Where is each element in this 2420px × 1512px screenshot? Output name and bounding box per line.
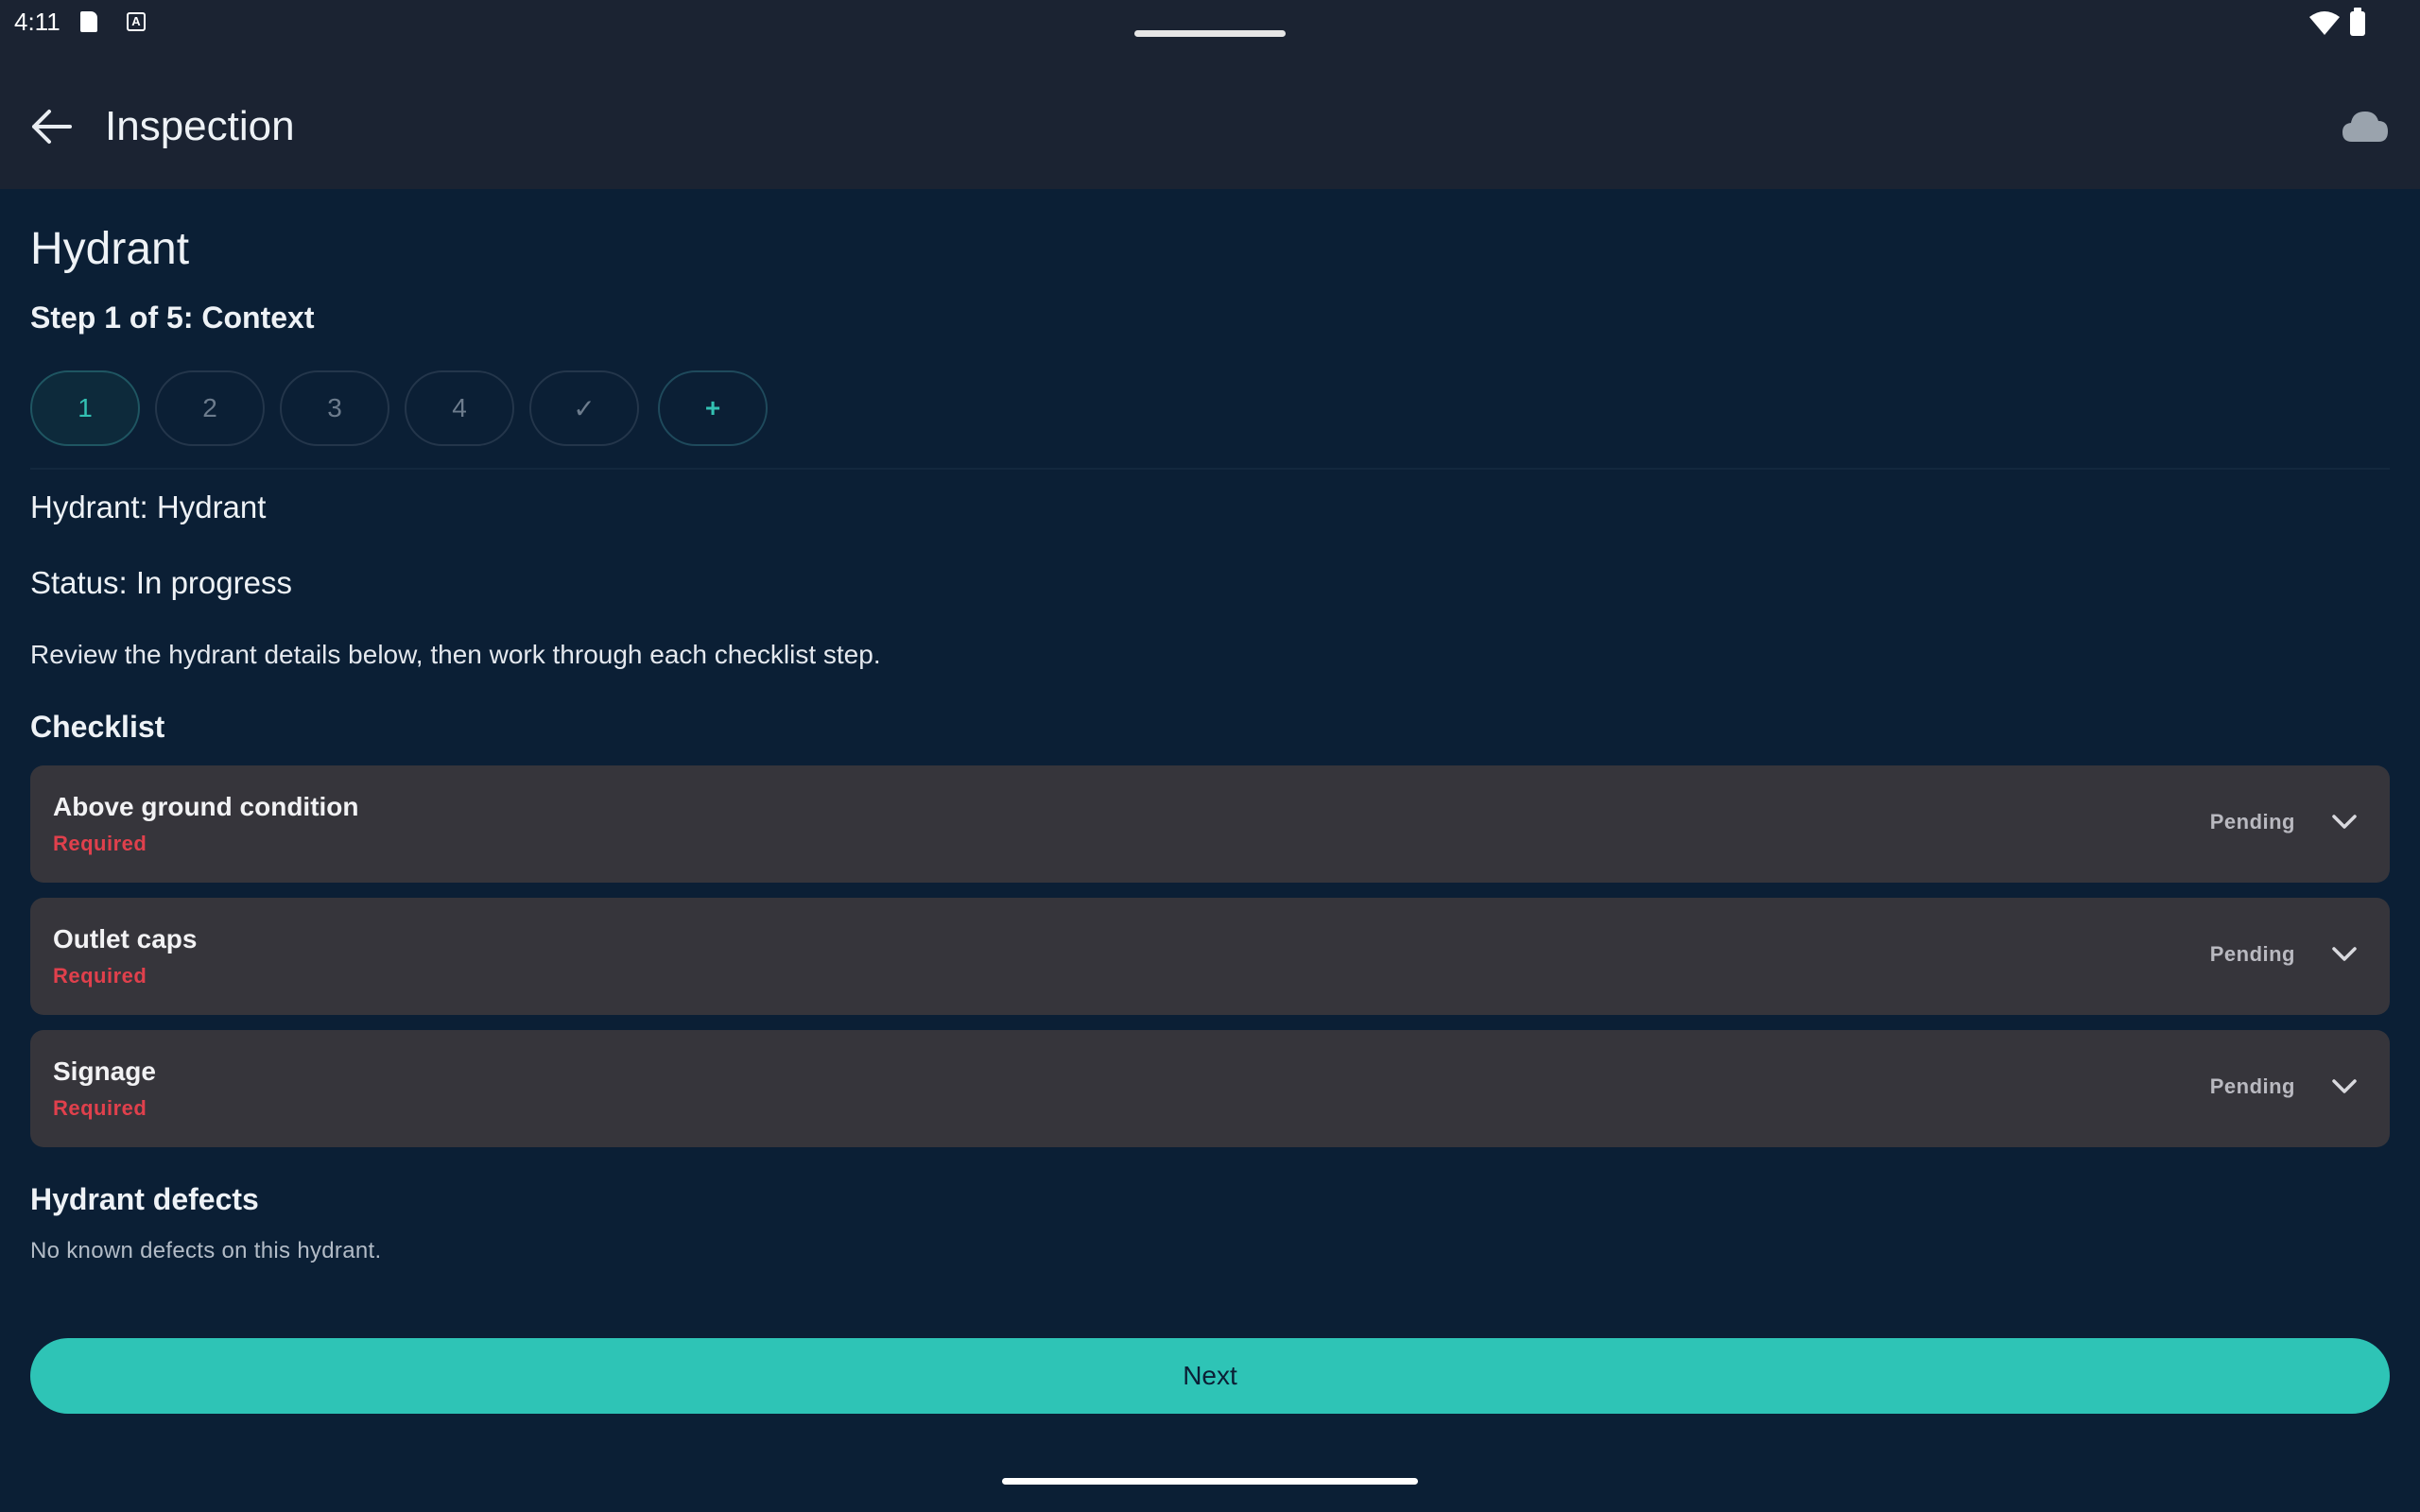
checklist-item[interactable]: Outlet caps Required Pending — [30, 898, 2390, 1015]
add-step-button[interactable]: + — [658, 370, 768, 446]
required-badge: Required — [53, 832, 147, 855]
checklist-item[interactable]: Signage Required Pending — [30, 1030, 2390, 1147]
chevron-down-icon[interactable] — [2331, 1077, 2358, 1096]
step-complete-button[interactable]: ✓ — [529, 370, 639, 446]
checklist-item-name: Outlet caps — [53, 924, 198, 954]
checklist-status: Pending — [2209, 942, 2295, 966]
status-drag-handle[interactable] — [1134, 30, 1286, 37]
status-bar: 4:11 A — [0, 0, 2420, 45]
checklist-item-name: Signage — [53, 1057, 156, 1086]
a-icon: A — [127, 12, 146, 31]
checklist-status: Pending — [2209, 1074, 2295, 1098]
required-badge: Required — [53, 964, 147, 988]
chevron-down-icon[interactable] — [2331, 813, 2358, 832]
step-1-button[interactable]: 1 — [30, 370, 140, 446]
battery-icon — [2350, 8, 2365, 36]
next-button[interactable]: Next — [30, 1338, 2390, 1414]
arrow-left-icon[interactable] — [28, 106, 78, 147]
step-2-button[interactable]: 2 — [155, 370, 265, 446]
checklist-item[interactable]: Above ground condition Required Pending — [30, 765, 2390, 883]
gesture-nav-handle[interactable] — [1002, 1478, 1418, 1485]
sd-card-icon — [80, 11, 97, 32]
divider — [30, 468, 2390, 470]
chevron-down-icon[interactable] — [2331, 945, 2358, 964]
description-text: Review the hydrant details below, then w… — [30, 640, 881, 669]
asset-heading: Hydrant — [30, 224, 190, 274]
step-label: Step 1 of 5: Context — [30, 301, 315, 335]
page-title: Inspection — [105, 103, 295, 149]
status-line: Status: In progress — [30, 565, 292, 600]
checklist-title: Checklist — [30, 710, 165, 744]
step-4-button[interactable]: 4 — [405, 370, 514, 446]
defects-title: Hydrant defects — [30, 1182, 259, 1216]
hydrant-line: Hydrant: Hydrant — [30, 490, 267, 524]
cloud-icon[interactable] — [2341, 108, 2390, 146]
required-badge: Required — [53, 1096, 147, 1120]
defects-text: No known defects on this hydrant. — [30, 1238, 382, 1263]
step-3-button[interactable]: 3 — [280, 370, 389, 446]
wifi-icon — [2309, 11, 2340, 35]
status-time: 4:11 — [14, 8, 60, 36]
app-bar: Inspection — [0, 45, 2420, 189]
checklist-status: Pending — [2209, 810, 2295, 833]
checklist-item-name: Above ground condition — [53, 792, 359, 821]
